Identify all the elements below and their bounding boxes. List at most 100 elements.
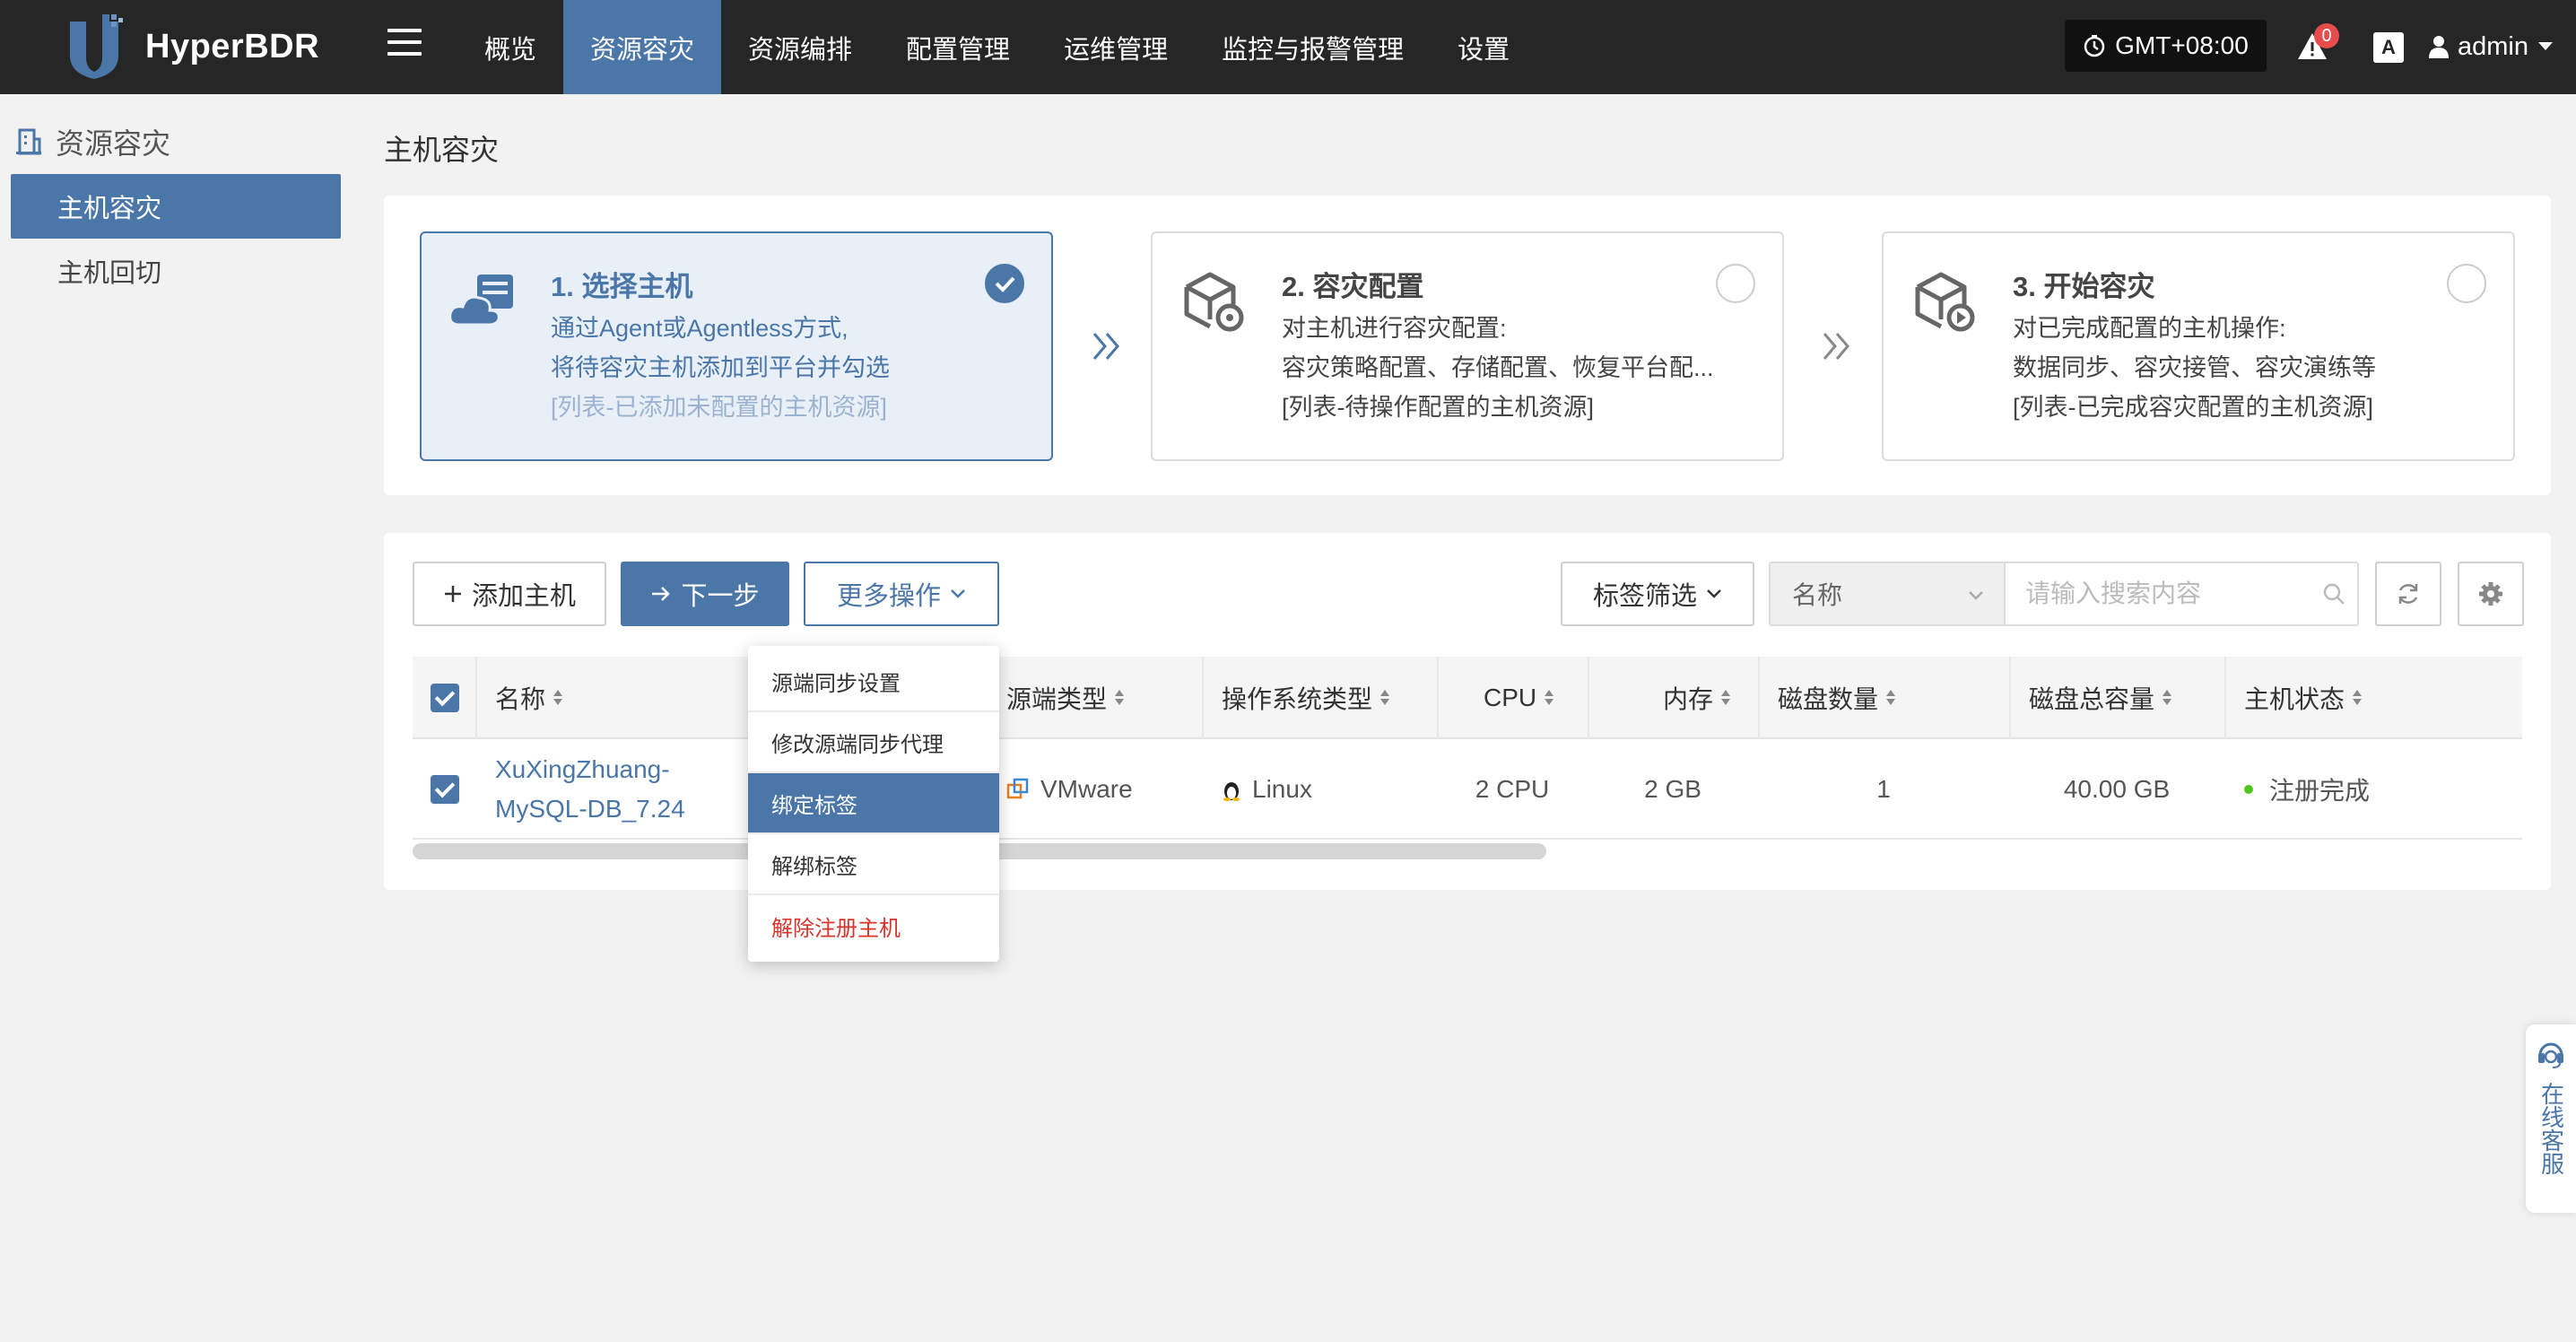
- clock-icon: [2084, 35, 2105, 57]
- column-cpu-label: CPU: [1484, 684, 1537, 711]
- step-select-host[interactable]: 1. 选择主机 通过Agent或Agentless方式, 将待容灾主机添加到平台…: [420, 231, 1053, 461]
- column-disk-total[interactable]: 磁盘总容量: [2029, 657, 2172, 739]
- chevron-down-icon: [951, 589, 965, 598]
- building-icon: [16, 128, 41, 155]
- menu-item-unregister-host[interactable]: 解除注册主机: [748, 895, 999, 956]
- step-3-line-3: [列表-已完成容灾配置的主机资源]: [2013, 394, 2373, 421]
- host-status-value: 注册完成: [2269, 777, 2371, 805]
- step-2-line-2: 容灾策略配置、存储配置、恢复平台配...: [1282, 354, 1714, 381]
- more-actions-label: 更多操作: [836, 582, 941, 611]
- double-chevron-right-icon: [1823, 333, 1849, 360]
- nav-resource-dr[interactable]: 资源容灾: [563, 0, 722, 94]
- gear-icon: [2479, 582, 2502, 606]
- menu-item-source-sync-settings[interactable]: 源端同步设置: [748, 651, 999, 712]
- box-play-icon: [1915, 272, 1975, 332]
- column-disk-count[interactable]: 磁盘数量: [1778, 657, 1896, 739]
- next-step-label: 下一步: [681, 582, 760, 611]
- column-name[interactable]: 名称: [495, 657, 563, 739]
- row-checkbox[interactable]: [431, 775, 459, 804]
- plus-icon: [444, 586, 461, 602]
- search-input[interactable]: [2004, 562, 2359, 626]
- search-icon[interactable]: [2321, 581, 2346, 606]
- app-name: HyperBDR: [145, 27, 320, 65]
- host-name-line-1: XuXingZhuang-: [495, 755, 670, 783]
- search-field-select[interactable]: 名称: [1769, 562, 2006, 626]
- sort-icon[interactable]: [2352, 689, 2363, 707]
- host-name-line-2: MySQL-DB_7.24: [495, 795, 685, 823]
- translate-icon[interactable]: A: [2373, 32, 2404, 63]
- nav-monitoring-alerts[interactable]: 监控与报警管理: [1195, 0, 1431, 94]
- column-disk-count-label: 磁盘数量: [1778, 685, 1879, 713]
- nav-resource-orchestration[interactable]: 资源编排: [721, 0, 879, 94]
- steps-panel: 1. 选择主机 通过Agent或Agentless方式, 将待容灾主机添加到平台…: [384, 196, 2551, 495]
- step-2-title: 2. 容灾配置: [1282, 271, 1424, 302]
- column-host-status[interactable]: 主机状态: [2244, 657, 2363, 739]
- logo[interactable]: HyperBDR: [63, 13, 319, 81]
- step-3-description: 对已完成配置的主机操作: 数据同步、容灾接管、容灾演练等 [列表-已完成容灾配置…: [2013, 309, 2376, 427]
- sidebar-item-host-failback[interactable]: 主机回切: [11, 239, 341, 303]
- timezone-label: GMT+08:00: [2115, 31, 2249, 59]
- nav-ops-management[interactable]: 运维管理: [1037, 0, 1195, 94]
- column-memory-label: 内存: [1663, 685, 1714, 713]
- more-actions-menu: 源端同步设置 修改源端同步代理 绑定标签 解绑标签 解除注册主机: [748, 646, 999, 962]
- nav-settings[interactable]: 设置: [1431, 0, 1536, 94]
- more-actions-button[interactable]: 更多操作: [804, 562, 999, 626]
- top-navbar: HyperBDR 概览 资源容灾 资源编排 配置管理 运维管理 监控与报警管理 …: [0, 0, 2576, 94]
- online-support-label: 在线客服: [2537, 1082, 2565, 1175]
- step-dr-config[interactable]: 2. 容灾配置 对主机进行容灾配置: 容灾策略配置、存储配置、恢复平台配... …: [1151, 231, 1784, 461]
- tag-filter-button[interactable]: 标签筛选: [1561, 562, 1754, 626]
- sort-icon[interactable]: [1720, 689, 1731, 707]
- step-2-line-1: 对主机进行容灾配置:: [1282, 315, 1507, 342]
- nav-overview[interactable]: 概览: [457, 0, 563, 94]
- sort-icon[interactable]: [1379, 689, 1390, 707]
- host-name-link[interactable]: XuXingZhuang- MySQL-DB_7.24: [495, 739, 685, 840]
- timezone-button[interactable]: GMT+08:00: [2065, 20, 2267, 72]
- select-all-checkbox[interactable]: [431, 684, 459, 712]
- user-icon: [2429, 36, 2449, 58]
- add-host-button[interactable]: 添加主机: [413, 562, 606, 626]
- column-memory[interactable]: 内存: [1663, 657, 1731, 739]
- source-type-cell: VMware: [1006, 739, 1133, 840]
- step-3-title: 3. 开始容灾: [2013, 271, 2155, 302]
- menu-item-bind-tag[interactable]: 绑定标签: [748, 773, 999, 834]
- step-1-description: 通过Agent或Agentless方式, 将待容灾主机添加到平台并勾选 [列表-…: [551, 309, 890, 427]
- column-os-type[interactable]: 操作系统类型: [1222, 657, 1390, 739]
- cpu-value: 2 CPU: [1475, 775, 1550, 803]
- nav-config-management[interactable]: 配置管理: [879, 0, 1037, 94]
- menu-toggle-icon[interactable]: [387, 29, 422, 61]
- table-row[interactable]: XuXingZhuang- MySQL-DB_7.24 VMware Linux…: [413, 739, 2522, 840]
- step-2-description: 对主机进行容灾配置: 容灾策略配置、存储配置、恢复平台配... [列表-待操作配…: [1282, 309, 1714, 427]
- column-cpu[interactable]: CPU: [1484, 657, 1554, 739]
- column-name-label: 名称: [495, 685, 546, 713]
- online-support-widget[interactable]: 在线客服: [2526, 1024, 2576, 1213]
- linux-penguin-icon: [1223, 782, 1240, 801]
- sort-icon[interactable]: [553, 689, 563, 707]
- column-disk-total-label: 磁盘总容量: [2029, 685, 2155, 713]
- settings-button[interactable]: [2458, 562, 2524, 626]
- status-dot-icon: [2244, 785, 2253, 794]
- sidebar-item-host-dr[interactable]: 主机容灾: [11, 174, 341, 239]
- user-menu[interactable]: admin: [2429, 27, 2554, 66]
- sort-icon[interactable]: [2162, 689, 2172, 707]
- host-status-cell: 注册完成: [2244, 739, 2370, 840]
- refresh-button[interactable]: [2375, 562, 2441, 626]
- step-1-check-icon: [985, 264, 1024, 303]
- sort-icon[interactable]: [1544, 689, 1554, 707]
- main-nav: 概览 资源容灾 资源编排 配置管理 运维管理 监控与报警管理 设置: [457, 0, 1536, 94]
- step-start-dr[interactable]: 3. 开始容灾 对已完成配置的主机操作: 数据同步、容灾接管、容灾演练等 [列表…: [1882, 231, 2515, 461]
- menu-item-modify-sync-proxy[interactable]: 修改源端同步代理: [748, 712, 999, 773]
- os-type-cell: Linux: [1222, 739, 1312, 840]
- os-type-value: Linux: [1252, 775, 1312, 803]
- next-step-button[interactable]: 下一步: [621, 562, 789, 626]
- table-header: 名称 源端类型 操作系统类型 CPU 内存 磁盘数量 磁盘总容量 主机状态: [413, 657, 2522, 739]
- add-host-label: 添加主机: [471, 582, 576, 611]
- refresh-icon: [2398, 584, 2418, 604]
- column-source-type[interactable]: 源端类型: [1006, 657, 1125, 739]
- sort-icon[interactable]: [1885, 689, 1896, 707]
- sort-icon[interactable]: [1114, 689, 1125, 707]
- step-1-line-2: 将待容灾主机添加到平台并勾选: [551, 354, 890, 381]
- menu-item-unbind-tag[interactable]: 解绑标签: [748, 834, 999, 895]
- page-title: 主机容灾: [384, 134, 500, 166]
- step-3-line-1: 对已完成配置的主机操作:: [2013, 315, 2286, 342]
- arrow-right-icon: [652, 587, 671, 601]
